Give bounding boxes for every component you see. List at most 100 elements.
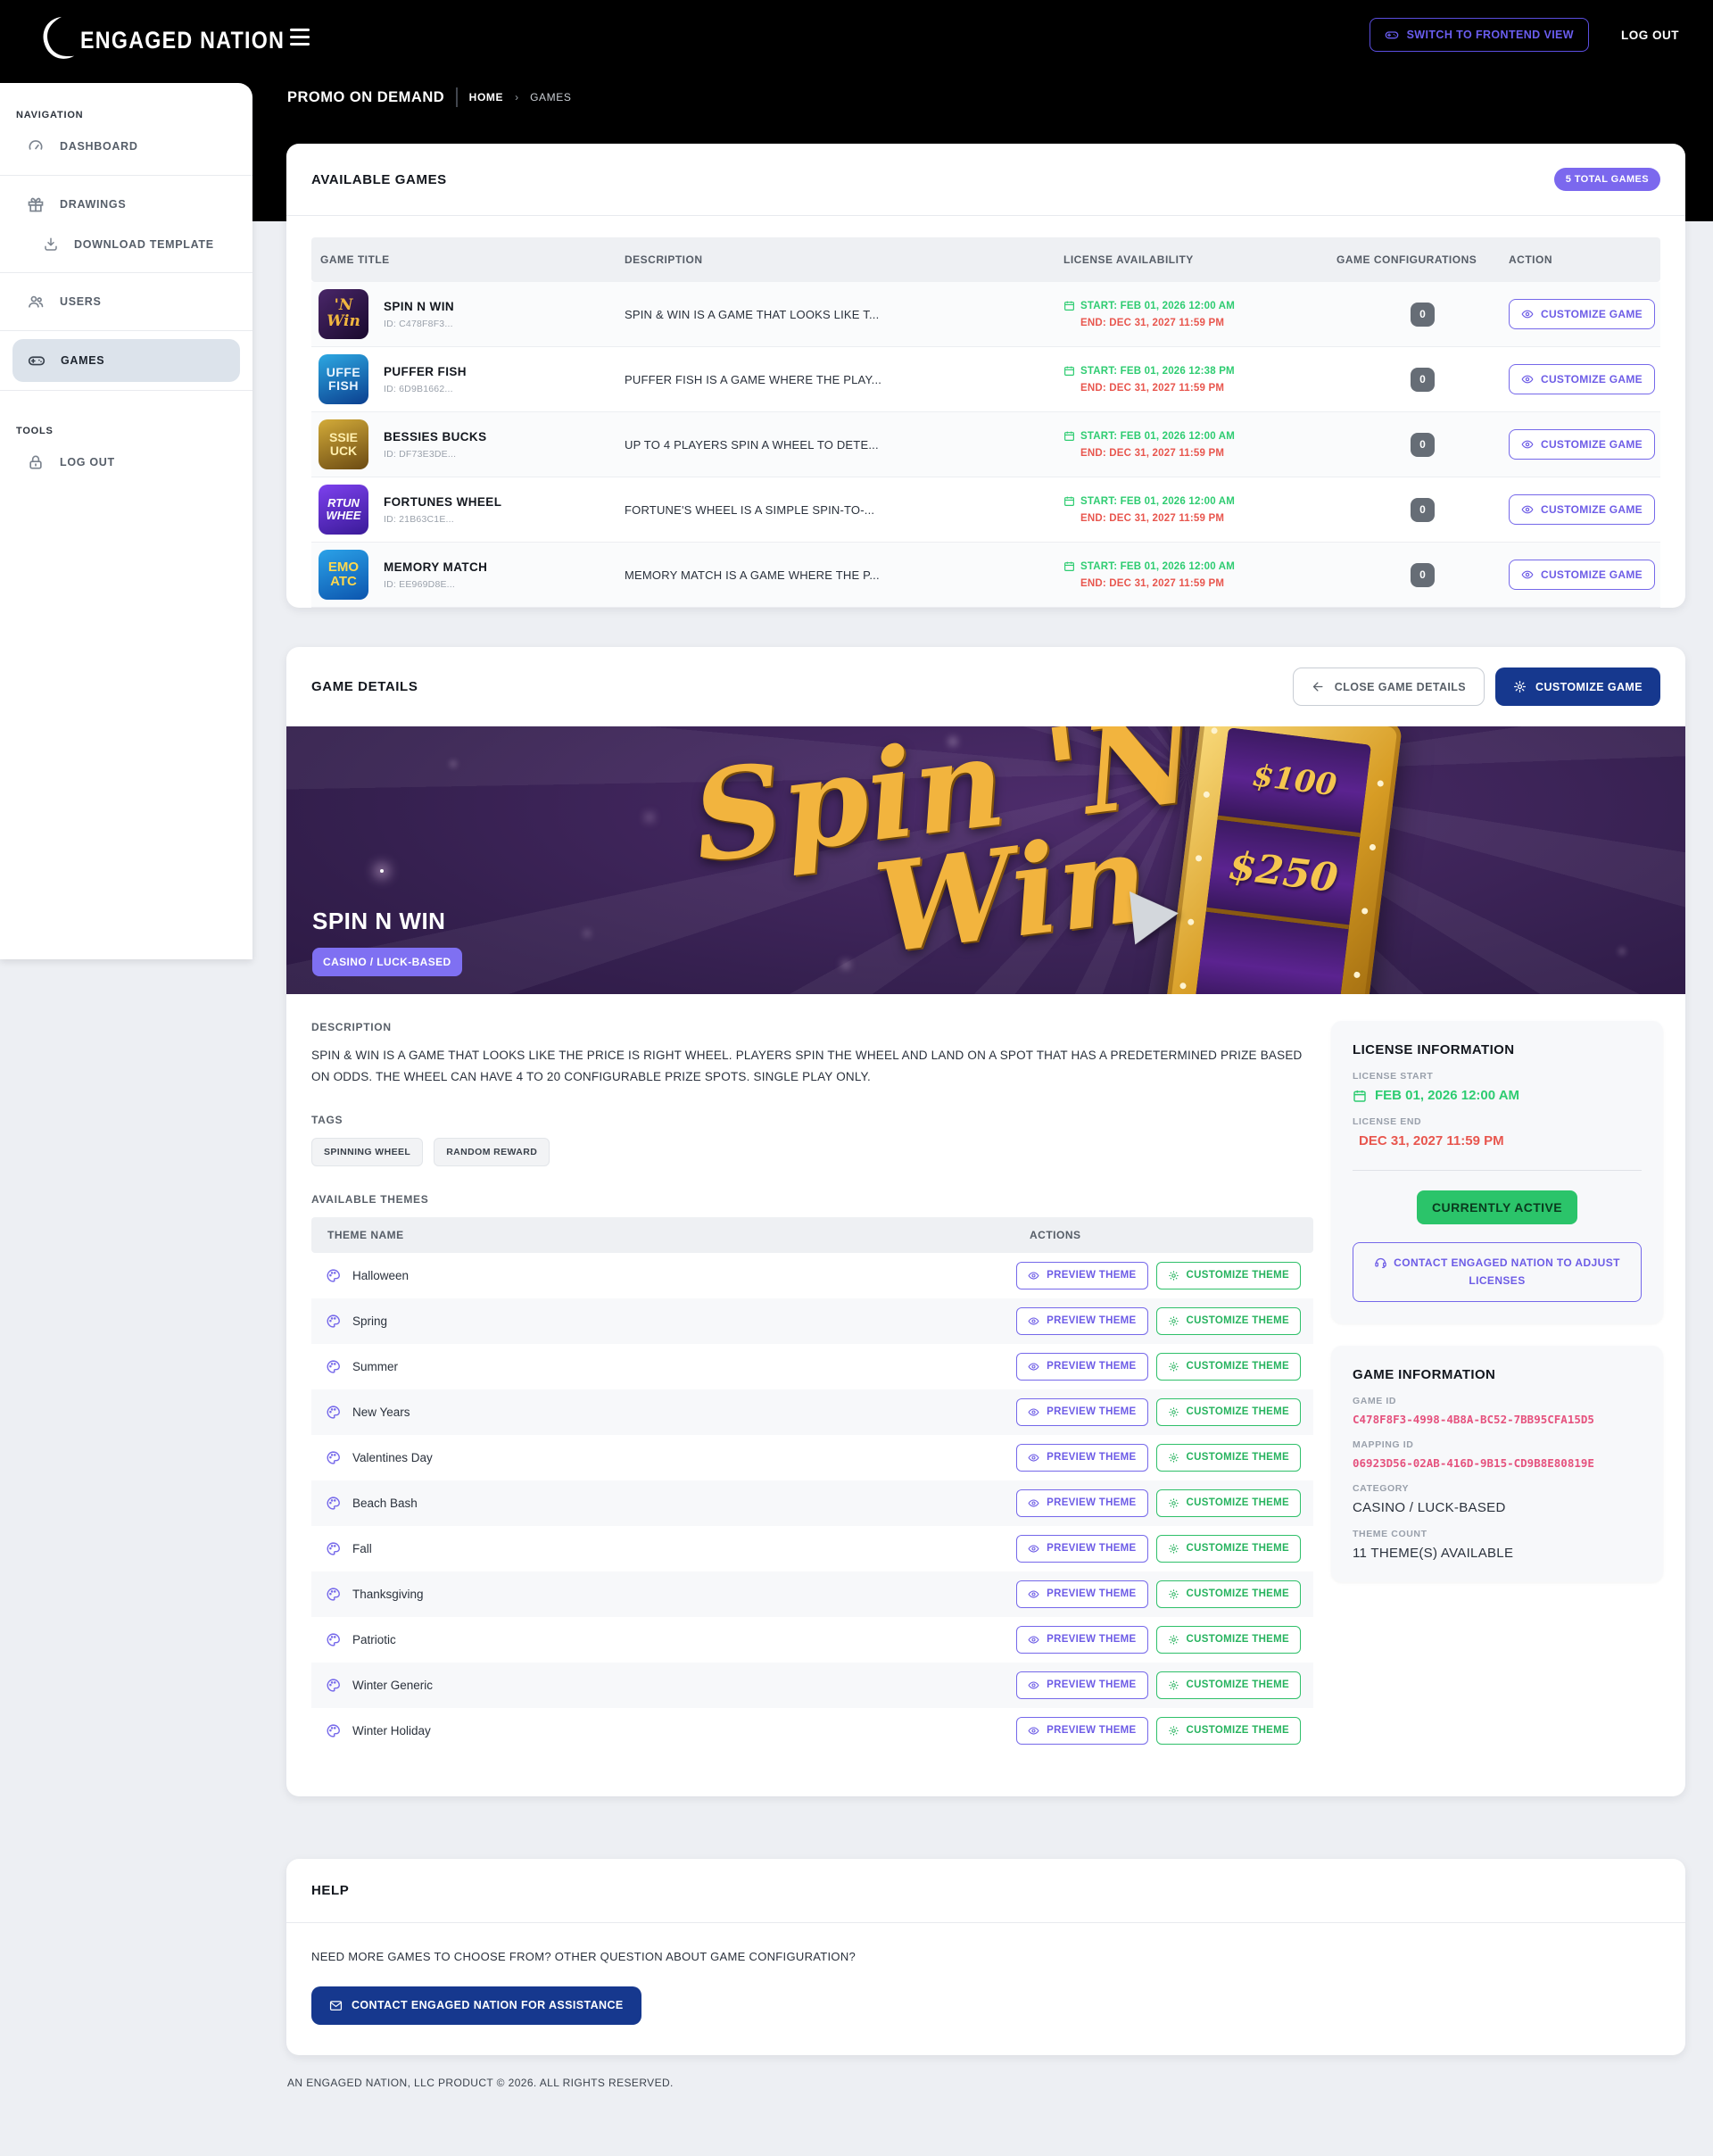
customize-game-button[interactable]: CUSTOMIZE GAME — [1509, 364, 1655, 394]
game-id: ID: 6D9B1662... — [384, 384, 467, 394]
customize-theme-button[interactable]: CUSTOMIZE THEME — [1156, 1444, 1301, 1472]
theme-name: Winter Generic — [352, 1679, 433, 1692]
customize-theme-button[interactable]: CUSTOMIZE THEME — [1156, 1489, 1301, 1517]
license-start: START: FEB 01, 2026 12:00 AM — [1080, 496, 1235, 507]
game-id: ID: C478F8F3... — [384, 319, 454, 329]
preview-theme-button[interactable]: PREVIEW THEME — [1016, 1717, 1147, 1745]
customize-game-header-button[interactable]: CUSTOMIZE GAME — [1495, 668, 1660, 706]
category-badge: CASINO / LUCK-BASED — [312, 948, 462, 976]
theme-row-spring: Spring PREVIEW THEME CUSTOMIZE THEME — [311, 1298, 1313, 1344]
contact-adjust-licenses-button[interactable]: CONTACT ENGAGED NATION TO ADJUST LICENSE… — [1353, 1242, 1642, 1302]
preview-theme-button[interactable]: PREVIEW THEME — [1016, 1489, 1147, 1517]
banner-script-line2: Win — [869, 816, 1154, 971]
sidebar-section-tools: TOOLS — [0, 399, 252, 442]
sidebar-item-label: LOG OUT — [60, 456, 115, 469]
contact-assistance-label: CONTACT ENGAGED NATION FOR ASSISTANCE — [352, 1999, 624, 2011]
sidebar-item-games[interactable]: GAMES — [12, 339, 240, 382]
gear-icon — [1168, 1725, 1179, 1737]
thumb-text: WHEE — [327, 510, 361, 522]
card-divider — [286, 215, 1685, 216]
footer-copyright: AN ENGAGED NATION, LLC PRODUCT © 2026. A… — [287, 2077, 1685, 2132]
sidebar-item-download-template[interactable]: DOWNLOAD TEMPLATE — [0, 225, 252, 264]
customize-theme-button[interactable]: CUSTOMIZE THEME — [1156, 1535, 1301, 1563]
help-card: HELP NEED MORE GAMES TO CHOOSE FROM? OTH… — [286, 1859, 1685, 2055]
theme-name: Summer — [352, 1360, 398, 1373]
theme-row-thanksgiving: Thanksgiving PREVIEW THEME CUSTOMIZE THE… — [311, 1571, 1313, 1617]
contact-assistance-button[interactable]: CONTACT ENGAGED NATION FOR ASSISTANCE — [311, 1986, 641, 2025]
total-games-badge: 5 TOTAL GAMES — [1554, 168, 1660, 191]
sidebar-item-logout[interactable]: LOG OUT — [0, 442, 252, 483]
customize-theme-button[interactable]: CUSTOMIZE THEME — [1156, 1671, 1301, 1699]
table-row-fortunes-wheel[interactable]: RTUN WHEE FORTUNES WHEEL ID: 21B63C1E...… — [311, 477, 1660, 543]
game-title: BESSIES BUCKS — [384, 430, 486, 444]
eye-icon — [1028, 1725, 1039, 1737]
breadcrumb-home-link[interactable]: HOME — [469, 91, 503, 104]
switch-to-frontend-button[interactable]: SWITCH TO FRONTEND VIEW — [1370, 18, 1589, 52]
game-id-value: C478F8F3-4998-4B8A-BC52-7BB95CFA15D5 — [1353, 1413, 1642, 1426]
column-license: LICENSE AVAILABILITY — [1063, 253, 1336, 266]
gift-icon — [27, 195, 45, 213]
theme-count-value: 11 THEME(S) AVAILABLE — [1353, 1546, 1642, 1561]
sidebar-item-users[interactable]: USERS — [0, 281, 252, 322]
customize-game-button[interactable]: CUSTOMIZE GAME — [1509, 299, 1655, 329]
available-games-title: AVAILABLE GAMES — [311, 172, 447, 187]
game-details-card: GAME DETAILS CLOSE GAME DETAILS CUSTOMIZ… — [286, 647, 1685, 1796]
sidebar-item-drawings[interactable]: DRAWINGS — [0, 184, 252, 225]
customize-game-button[interactable]: CUSTOMIZE GAME — [1509, 494, 1655, 525]
theme-row-fall: Fall PREVIEW THEME CUSTOMIZE THEME — [311, 1526, 1313, 1571]
theme-row-new-years: New Years PREVIEW THEME CUSTOMIZE THEME — [311, 1389, 1313, 1435]
customize-game-button[interactable]: CUSTOMIZE GAME — [1509, 560, 1655, 590]
palette-icon — [326, 1314, 341, 1329]
preview-theme-button[interactable]: PREVIEW THEME — [1016, 1444, 1147, 1472]
customize-theme-button[interactable]: CUSTOMIZE THEME — [1156, 1307, 1301, 1335]
license-info-title: LICENSE INFORMATION — [1353, 1042, 1642, 1057]
customize-theme-label: CUSTOMIZE THEME — [1187, 1315, 1289, 1326]
close-game-details-button[interactable]: CLOSE GAME DETAILS — [1293, 668, 1485, 706]
eye-icon — [1028, 1543, 1039, 1555]
license-end: END: DEC 31, 2027 11:59 PM — [1063, 383, 1336, 394]
customize-game-button[interactable]: CUSTOMIZE GAME — [1509, 429, 1655, 460]
customize-theme-button[interactable]: CUSTOMIZE THEME — [1156, 1580, 1301, 1608]
banner-game-title: SPIN N WIN — [312, 908, 445, 935]
preview-theme-button[interactable]: PREVIEW THEME — [1016, 1535, 1147, 1563]
tag-chip: SPINNING WHEEL — [311, 1138, 423, 1166]
game-id: ID: EE969D8E... — [384, 579, 487, 590]
preview-theme-button[interactable]: PREVIEW THEME — [1016, 1580, 1147, 1608]
preview-theme-label: PREVIEW THEME — [1047, 1315, 1136, 1326]
envelope-icon — [329, 1999, 343, 2012]
preview-theme-button[interactable]: PREVIEW THEME — [1016, 1398, 1147, 1426]
preview-theme-button[interactable]: PREVIEW THEME — [1016, 1353, 1147, 1381]
preview-theme-button[interactable]: PREVIEW THEME — [1016, 1626, 1147, 1654]
calendar-icon — [1063, 430, 1075, 442]
preview-theme-button[interactable]: PREVIEW THEME — [1016, 1307, 1147, 1335]
hamburger-menu-button[interactable] — [286, 25, 313, 49]
game-information-panel: GAME INFORMATION GAME ID C478F8F3-4998-4… — [1331, 1346, 1663, 1582]
license-end-label: LICENSE END — [1353, 1116, 1642, 1127]
column-game-title: GAME TITLE — [311, 253, 625, 266]
table-row-bessies-bucks[interactable]: SSIE UCK BESSIES BUCKS ID: DF73E3DE... U… — [311, 412, 1660, 477]
logout-top-button[interactable]: LOG OUT — [1616, 28, 1684, 43]
preview-theme-button[interactable]: PREVIEW THEME — [1016, 1262, 1147, 1289]
gear-icon — [1168, 1406, 1179, 1418]
customize-theme-button[interactable]: CUSTOMIZE THEME — [1156, 1398, 1301, 1426]
customize-theme-button[interactable]: CUSTOMIZE THEME — [1156, 1262, 1301, 1289]
thumb-text: UFFE — [327, 366, 361, 379]
sidebar-item-dashboard[interactable]: DASHBOARD — [0, 126, 252, 167]
customize-theme-label: CUSTOMIZE THEME — [1187, 1406, 1289, 1417]
table-row-spin-n-win[interactable]: 'N Win SPIN N WIN ID: C478F8F3... SPIN &… — [311, 282, 1660, 347]
slot-machine-graphic: $100 $250 — [1164, 726, 1403, 994]
preview-theme-button[interactable]: PREVIEW THEME — [1016, 1671, 1147, 1699]
customize-theme-button[interactable]: CUSTOMIZE THEME — [1156, 1353, 1301, 1381]
game-title: MEMORY MATCH — [384, 560, 487, 574]
palette-icon — [326, 1359, 341, 1374]
sidebar-item-label: DOWNLOAD TEMPLATE — [74, 238, 214, 251]
theme-name: Thanksgiving — [352, 1588, 424, 1601]
calendar-icon — [1063, 495, 1075, 507]
table-row-puffer-fish[interactable]: UFFE FISH PUFFER FISH ID: 6D9B1662... PU… — [311, 347, 1660, 412]
engaged-nation-logo[interactable]: ENGAGED NATION — [36, 12, 319, 68]
customize-theme-button[interactable]: CUSTOMIZE THEME — [1156, 1717, 1301, 1745]
thumb-text: UCK — [330, 444, 357, 458]
table-row-memory-match[interactable]: EMO ATC MEMORY MATCH ID: EE969D8E... MEM… — [311, 543, 1660, 608]
customize-theme-button[interactable]: CUSTOMIZE THEME — [1156, 1626, 1301, 1654]
slot-pointer-arrow — [1130, 886, 1181, 944]
